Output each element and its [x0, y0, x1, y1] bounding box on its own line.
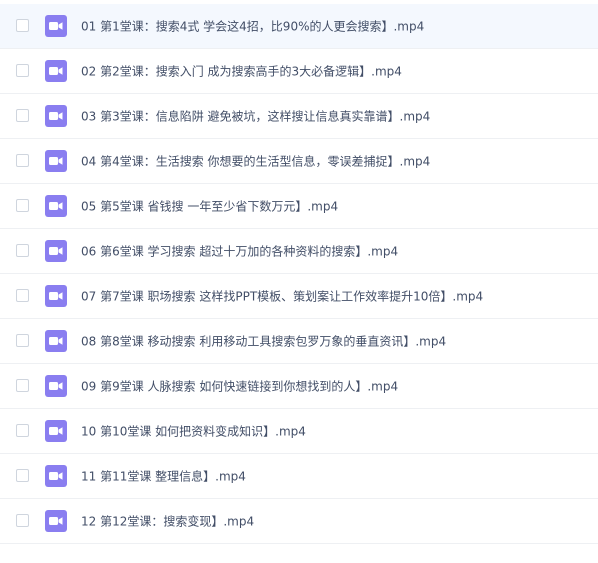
- row-checkbox[interactable]: [16, 334, 29, 347]
- file-row-06[interactable]: 06 第6堂课 学习搜索 超过十万加的各种资料的搜索】.mp4: [0, 229, 598, 274]
- file-name[interactable]: 11 第11堂课 整理信息】.mp4: [81, 468, 246, 485]
- file-name[interactable]: 02 第2堂课：搜索入门 成为搜索高手的3大必备逻辑】.mp4: [81, 63, 402, 80]
- file-row-02[interactable]: 02 第2堂课：搜索入门 成为搜索高手的3大必备逻辑】.mp4: [0, 49, 598, 94]
- file-row-08[interactable]: 08 第8堂课 移动搜索 利用移动工具搜索包罗万象的垂直资讯】.mp4: [0, 319, 598, 364]
- file-row-04[interactable]: 04 第4堂课：生活搜索 你想要的生活型信息，零误差捕捉】.mp4: [0, 139, 598, 184]
- row-checkbox[interactable]: [16, 289, 29, 302]
- file-name[interactable]: 04 第4堂课：生活搜索 你想要的生活型信息，零误差捕捉】.mp4: [81, 153, 430, 170]
- row-checkbox[interactable]: [16, 19, 29, 32]
- file-name[interactable]: 06 第6堂课 学习搜索 超过十万加的各种资料的搜索】.mp4: [81, 243, 398, 260]
- file-row-07[interactable]: 07 第7堂课 职场搜索 这样找PPT模板、策划案让工作效率提升10倍】.mp4: [0, 274, 598, 319]
- video-file-icon: [45, 330, 67, 352]
- file-row-05[interactable]: 05 第5堂课 省钱搜 一年至少省下数万元】.mp4: [0, 184, 598, 229]
- file-name[interactable]: 08 第8堂课 移动搜索 利用移动工具搜索包罗万象的垂直资讯】.mp4: [81, 333, 446, 350]
- video-file-icon: [45, 240, 67, 262]
- video-file-icon: [45, 195, 67, 217]
- video-file-icon: [45, 375, 67, 397]
- file-name[interactable]: 09 第9堂课 人脉搜索 如何快速链接到你想找到的人】.mp4: [81, 378, 398, 395]
- video-file-icon: [45, 60, 67, 82]
- file-row-09[interactable]: 09 第9堂课 人脉搜索 如何快速链接到你想找到的人】.mp4: [0, 364, 598, 409]
- video-file-icon: [45, 105, 67, 127]
- file-name[interactable]: 12 第12堂课：搜索变现】.mp4: [81, 513, 254, 530]
- row-checkbox[interactable]: [16, 469, 29, 482]
- video-file-icon: [45, 150, 67, 172]
- row-checkbox[interactable]: [16, 64, 29, 77]
- video-file-icon: [45, 465, 67, 487]
- file-row-11[interactable]: 11 第11堂课 整理信息】.mp4: [0, 454, 598, 499]
- file-row-10[interactable]: 10 第10堂课 如何把资料变成知识】.mp4: [0, 409, 598, 454]
- file-row-01[interactable]: 01 第1堂课：搜索4式 学会这4招，比90%的人更会搜索】.mp4: [0, 4, 598, 49]
- row-checkbox[interactable]: [16, 244, 29, 257]
- video-file-icon: [45, 420, 67, 442]
- row-checkbox[interactable]: [16, 424, 29, 437]
- row-checkbox[interactable]: [16, 154, 29, 167]
- file-name[interactable]: 05 第5堂课 省钱搜 一年至少省下数万元】.mp4: [81, 198, 338, 215]
- file-name[interactable]: 01 第1堂课：搜索4式 学会这4招，比90%的人更会搜索】.mp4: [81, 18, 424, 35]
- row-checkbox[interactable]: [16, 379, 29, 392]
- video-file-icon: [45, 15, 67, 37]
- file-row-03[interactable]: 03 第3堂课：信息陷阱 避免被坑，这样搜让信息真实靠谱】.mp4: [0, 94, 598, 139]
- row-checkbox[interactable]: [16, 109, 29, 122]
- video-file-icon: [45, 285, 67, 307]
- video-file-icon: [45, 510, 67, 532]
- row-checkbox[interactable]: [16, 514, 29, 527]
- file-row-12[interactable]: 12 第12堂课：搜索变现】.mp4: [0, 499, 598, 544]
- file-list: 01 第1堂课：搜索4式 学会这4招，比90%的人更会搜索】.mp4 02 第2…: [0, 4, 598, 544]
- file-name[interactable]: 07 第7堂课 职场搜索 这样找PPT模板、策划案让工作效率提升10倍】.mp4: [81, 288, 483, 305]
- file-name[interactable]: 03 第3堂课：信息陷阱 避免被坑，这样搜让信息真实靠谱】.mp4: [81, 108, 430, 125]
- file-name[interactable]: 10 第10堂课 如何把资料变成知识】.mp4: [81, 423, 306, 440]
- row-checkbox[interactable]: [16, 199, 29, 212]
